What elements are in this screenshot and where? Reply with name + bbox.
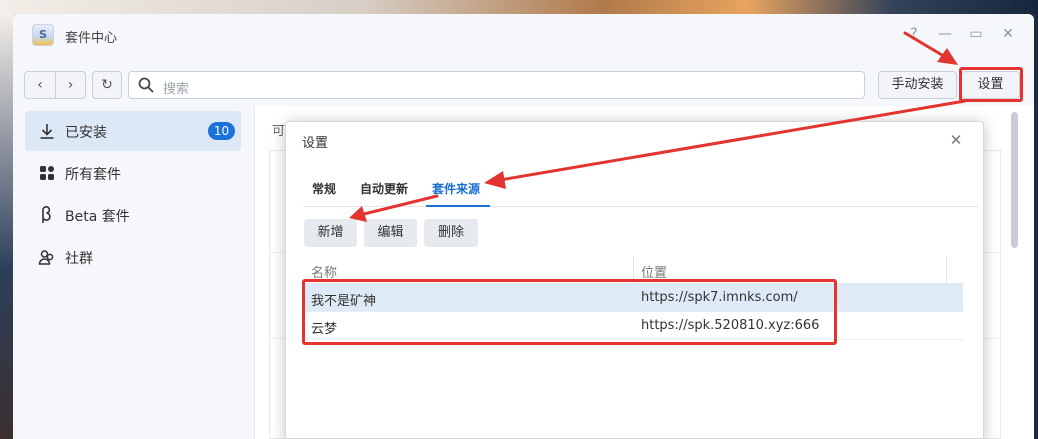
sidebar-item-label: 社群: [65, 251, 93, 267]
search-placeholder: 搜索: [163, 82, 190, 97]
desktop-wallpaper-right: [1034, 14, 1038, 439]
title-bar: S 套件中心 ? — ▭ ✕: [13, 14, 1034, 56]
dialog-close-icon[interactable]: ✕: [946, 130, 966, 150]
active-tab-indicator: [426, 205, 490, 207]
sidebar-item-all-packages[interactable]: 所有套件: [25, 153, 241, 193]
installed-count-badge: 10: [208, 122, 235, 140]
dialog-title: 设置: [302, 136, 329, 151]
sidebar-item-community[interactable]: 社群: [25, 237, 241, 277]
back-button[interactable]: ‹: [25, 72, 55, 98]
content-heading-partial: 可: [272, 124, 286, 139]
desktop-wallpaper-top: [0, 0, 1038, 14]
column-separator[interactable]: [946, 256, 947, 284]
edit-source-button[interactable]: 编辑: [364, 219, 417, 247]
tab-general[interactable]: 常规: [312, 180, 336, 197]
manual-install-button[interactable]: 手动安装: [878, 71, 957, 99]
tab-auto-update[interactable]: 自动更新: [360, 180, 408, 197]
navigation-buttons: ‹ ›: [24, 71, 86, 99]
sidebar-item-label: 已安装: [65, 125, 107, 141]
sidebar-item-label: Beta 套件: [65, 209, 130, 225]
minimize-icon[interactable]: —: [935, 24, 955, 44]
sidebar-item-beta[interactable]: Beta 套件: [25, 195, 241, 235]
search-icon: [138, 77, 154, 93]
community-icon: [38, 250, 54, 265]
toolbar: ‹ › ↻ 搜索 手动安装 设置: [13, 56, 1034, 106]
desktop-wallpaper-left: [0, 14, 13, 439]
sources-highlight-box: [302, 279, 837, 345]
grid-icon: [40, 166, 54, 180]
beta-icon: [42, 206, 51, 223]
maximize-icon[interactable]: ▭: [966, 24, 986, 44]
window-title: 套件中心: [65, 31, 118, 46]
sidebar: 已安装 10 所有套件 Beta 套件 社群: [13, 106, 254, 439]
tab-package-sources[interactable]: 套件来源: [432, 180, 480, 197]
search-input[interactable]: 搜索: [128, 71, 865, 99]
refresh-button[interactable]: ↻: [92, 71, 122, 99]
package-center-app-icon: S: [32, 24, 54, 46]
download-icon: [40, 124, 54, 139]
sidebar-item-label: 所有套件: [65, 167, 121, 183]
content-scrollbar[interactable]: [1011, 112, 1018, 248]
add-source-button[interactable]: 新增: [304, 219, 357, 247]
close-icon[interactable]: ✕: [998, 24, 1018, 44]
sidebar-item-installed[interactable]: 已安装 10: [25, 111, 241, 151]
tab-divider: [303, 206, 979, 207]
help-icon[interactable]: ?: [904, 24, 924, 44]
settings-button-highlight-box: [959, 67, 1023, 102]
delete-source-button[interactable]: 删除: [424, 219, 478, 247]
forward-button[interactable]: ›: [54, 72, 85, 98]
